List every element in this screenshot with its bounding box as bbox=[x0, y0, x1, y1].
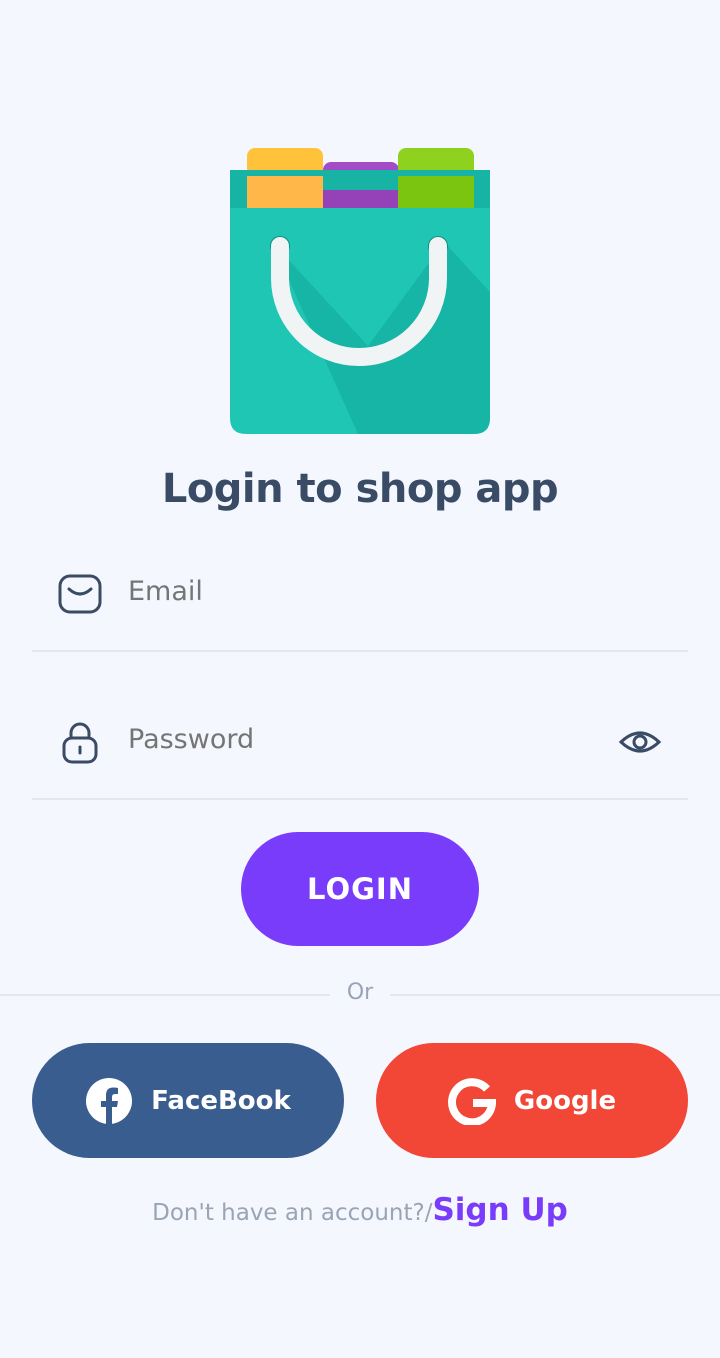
google-label: Google bbox=[513, 1085, 617, 1116]
google-login-button[interactable]: Google bbox=[376, 1043, 688, 1158]
login-button[interactable]: LOGIN bbox=[241, 832, 479, 946]
password-field[interactable] bbox=[32, 700, 688, 800]
divider-line-left bbox=[0, 994, 330, 996]
mail-icon bbox=[58, 574, 102, 614]
login-screen: Login to shop app LOGIN Or FaceBook bbox=[0, 0, 720, 1358]
page-title: Login to shop app bbox=[161, 466, 559, 512]
shopping-bag-icon bbox=[230, 148, 490, 434]
divider-line-right bbox=[390, 994, 720, 996]
divider-text: Or bbox=[346, 980, 374, 1005]
facebook-icon bbox=[86, 1077, 133, 1124]
lock-icon bbox=[62, 722, 98, 764]
eye-icon[interactable] bbox=[618, 720, 662, 764]
facebook-login-button[interactable]: FaceBook bbox=[32, 1043, 344, 1158]
email-input[interactable] bbox=[128, 576, 588, 607]
signup-prompt: Don't have an account?/ bbox=[152, 1200, 433, 1226]
facebook-label: FaceBook bbox=[151, 1085, 291, 1116]
signup-row: Don't have an account?/Sign Up bbox=[0, 1192, 720, 1228]
email-field[interactable] bbox=[32, 552, 688, 652]
signup-link[interactable]: Sign Up bbox=[432, 1192, 567, 1228]
password-input[interactable] bbox=[128, 724, 588, 755]
google-icon bbox=[447, 1077, 496, 1125]
